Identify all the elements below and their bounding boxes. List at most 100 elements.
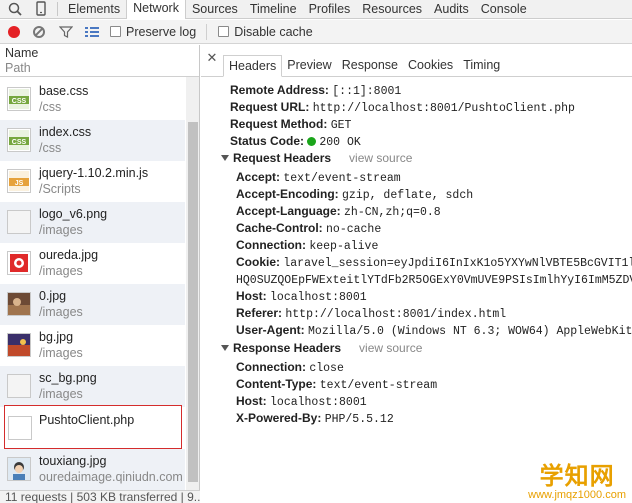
name-header-label: Name bbox=[5, 46, 39, 60]
tab-profiles[interactable]: Profiles bbox=[303, 0, 357, 19]
header-key: Content-Type: bbox=[236, 377, 317, 391]
header-value: close bbox=[309, 362, 344, 375]
header-value: localhost:8001 bbox=[270, 396, 367, 409]
header-value: laravel_session=eyJpdiI6InIxK1o5YXYwNlVB… bbox=[283, 257, 632, 270]
header-value: [::1]:8001 bbox=[332, 85, 402, 98]
tab-resources[interactable]: Resources bbox=[356, 0, 428, 19]
header-line: Accept-Language: zh-CN,zh;q=0.8 bbox=[236, 203, 441, 220]
tab-elements[interactable]: Elements bbox=[62, 0, 126, 19]
header-key: Cache-Control: bbox=[236, 221, 323, 235]
tab-timeline[interactable]: Timeline bbox=[244, 0, 303, 19]
request-name: sc_bg.png bbox=[39, 371, 97, 385]
disable-cache-checkbox[interactable]: Disable cache bbox=[218, 25, 313, 39]
header-value: keep-alive bbox=[309, 240, 379, 253]
tab-network[interactable]: Network bbox=[126, 0, 186, 19]
request-name: PushtoClient.php bbox=[39, 413, 135, 427]
section-title: Response Headers bbox=[233, 341, 342, 355]
request-path: ouredaimage.qiniudn.com bbox=[39, 470, 183, 484]
tab-bar-separator bbox=[57, 2, 58, 16]
close-detail-icon[interactable]: ✕ bbox=[201, 45, 223, 76]
tab-console[interactable]: Console bbox=[475, 0, 533, 19]
image-file-icon bbox=[7, 374, 31, 398]
tab-cookies[interactable]: Cookies bbox=[403, 55, 458, 77]
request-row[interactable]: CSS base.css /css bbox=[0, 79, 185, 120]
view-source-link[interactable]: view source bbox=[359, 341, 422, 355]
header-key: Host: bbox=[236, 289, 267, 303]
header-key: Host: bbox=[236, 394, 267, 408]
toolbar-separator bbox=[206, 23, 208, 40]
name-column-header[interactable]: Name Path bbox=[0, 45, 199, 77]
header-key: Accept-Encoding: bbox=[236, 187, 339, 201]
request-path: /Scripts bbox=[39, 182, 81, 196]
request-row[interactable]: CSS index.css /css bbox=[0, 120, 185, 161]
header-key: Cookie: bbox=[236, 255, 281, 269]
request-row[interactable]: logo_v6.png /images bbox=[0, 202, 185, 243]
preserve-log-checkbox[interactable]: Preserve log bbox=[110, 25, 196, 39]
header-value: zh-CN,zh;q=0.8 bbox=[344, 206, 441, 219]
header-line: User-Agent: Mozilla/5.0 (Windows NT 6.3;… bbox=[236, 322, 632, 339]
device-mode-icon[interactable] bbox=[33, 1, 49, 17]
clear-button[interactable] bbox=[33, 25, 45, 38]
status-code-line: Status Code: 200 OK bbox=[230, 133, 361, 150]
header-value: text/event-stream bbox=[319, 379, 438, 392]
tab-response[interactable]: Response bbox=[337, 55, 403, 77]
header-line: Connection: keep-alive bbox=[236, 237, 378, 254]
record-button[interactable] bbox=[8, 25, 20, 38]
disable-cache-box[interactable] bbox=[218, 26, 230, 37]
request-name: oureda.jpg bbox=[39, 248, 99, 262]
scrollbar-thumb[interactable] bbox=[188, 122, 198, 482]
request-url-line: Request URL: http://localhost:8001/Pusht… bbox=[230, 99, 575, 116]
header-value: http://localhost:8001/PushtoClient.php bbox=[312, 102, 575, 115]
request-headers-section[interactable]: Request Headers view source bbox=[221, 150, 412, 167]
request-name: 0.jpg bbox=[39, 289, 67, 303]
tab-headers[interactable]: Headers bbox=[223, 55, 283, 77]
request-path: /css bbox=[39, 141, 62, 155]
svg-text:CSS: CSS bbox=[12, 98, 27, 105]
panel-tabs: Elements Network Sources Timeline Profil… bbox=[62, 0, 533, 19]
expand-triangle-icon[interactable] bbox=[221, 345, 229, 351]
request-row[interactable]: oureda.jpg /images bbox=[0, 243, 185, 284]
filter-icon[interactable] bbox=[58, 25, 74, 38]
request-row[interactable]: bg.jpg /images bbox=[0, 325, 185, 366]
request-row[interactable]: 0.jpg /images bbox=[0, 284, 185, 325]
request-path: /images bbox=[39, 305, 83, 319]
expand-triangle-icon[interactable] bbox=[221, 155, 229, 161]
header-line: Host: localhost:8001 bbox=[236, 288, 367, 305]
request-name: touxiang.jpg bbox=[39, 454, 107, 468]
request-path: /images bbox=[39, 223, 83, 237]
watermark-url: www.jmqz1000.com bbox=[528, 489, 626, 501]
request-row-selected[interactable]: PushtoClient.php bbox=[4, 405, 182, 449]
devtools-tab-bar: Elements Network Sources Timeline Profil… bbox=[0, 0, 632, 19]
image-file-icon bbox=[7, 251, 31, 275]
response-headers-section[interactable]: Response Headers view source bbox=[221, 340, 422, 357]
request-row[interactable]: JS jquery-1.10.2.min.js /Scripts bbox=[0, 161, 185, 202]
network-status-bar: 11 requests | 503 KB transferred | 9... bbox=[0, 490, 200, 503]
header-key: Connection: bbox=[236, 360, 306, 374]
request-path: /images bbox=[39, 387, 83, 401]
inspect-element-icon[interactable] bbox=[7, 1, 23, 17]
request-name: jquery-1.10.2.min.js bbox=[39, 166, 149, 180]
view-source-link[interactable]: view source bbox=[349, 151, 412, 165]
header-value: HQ0SUZQOEpFWExteitlYTdFb2R5OGExY0VmUVE9P… bbox=[236, 274, 632, 287]
request-row[interactable]: sc_bg.png /images bbox=[0, 366, 185, 407]
header-value: GET bbox=[330, 119, 352, 132]
request-path: /images bbox=[39, 264, 83, 278]
large-rows-icon[interactable] bbox=[85, 26, 99, 38]
tab-timing[interactable]: Timing bbox=[458, 55, 505, 77]
header-key: Request Method: bbox=[230, 117, 328, 131]
js-file-icon: JS bbox=[7, 169, 31, 193]
path-header-label: Path bbox=[5, 61, 31, 75]
tab-preview[interactable]: Preview bbox=[282, 55, 336, 77]
header-value: gzip, deflate, sdch bbox=[342, 189, 474, 202]
tab-audits[interactable]: Audits bbox=[428, 0, 475, 19]
preserve-log-box[interactable] bbox=[110, 26, 121, 37]
header-line: Cookie: laravel_session=eyJpdiI6InIxK1o5… bbox=[236, 254, 632, 271]
request-row[interactable]: touxiang.jpg ouredaimage.qiniudn.com bbox=[0, 449, 185, 490]
header-line: Accept: text/event-stream bbox=[236, 169, 401, 186]
section-title: Request Headers bbox=[233, 151, 332, 165]
header-line: Accept-Encoding: gzip, deflate, sdch bbox=[236, 186, 473, 203]
tab-sources[interactable]: Sources bbox=[186, 0, 244, 19]
header-value: text/event-stream bbox=[283, 172, 401, 185]
header-value: Mozilla/5.0 (Windows NT 6.3; WOW64) Appl… bbox=[308, 325, 632, 338]
header-key: Remote Address: bbox=[230, 83, 329, 97]
